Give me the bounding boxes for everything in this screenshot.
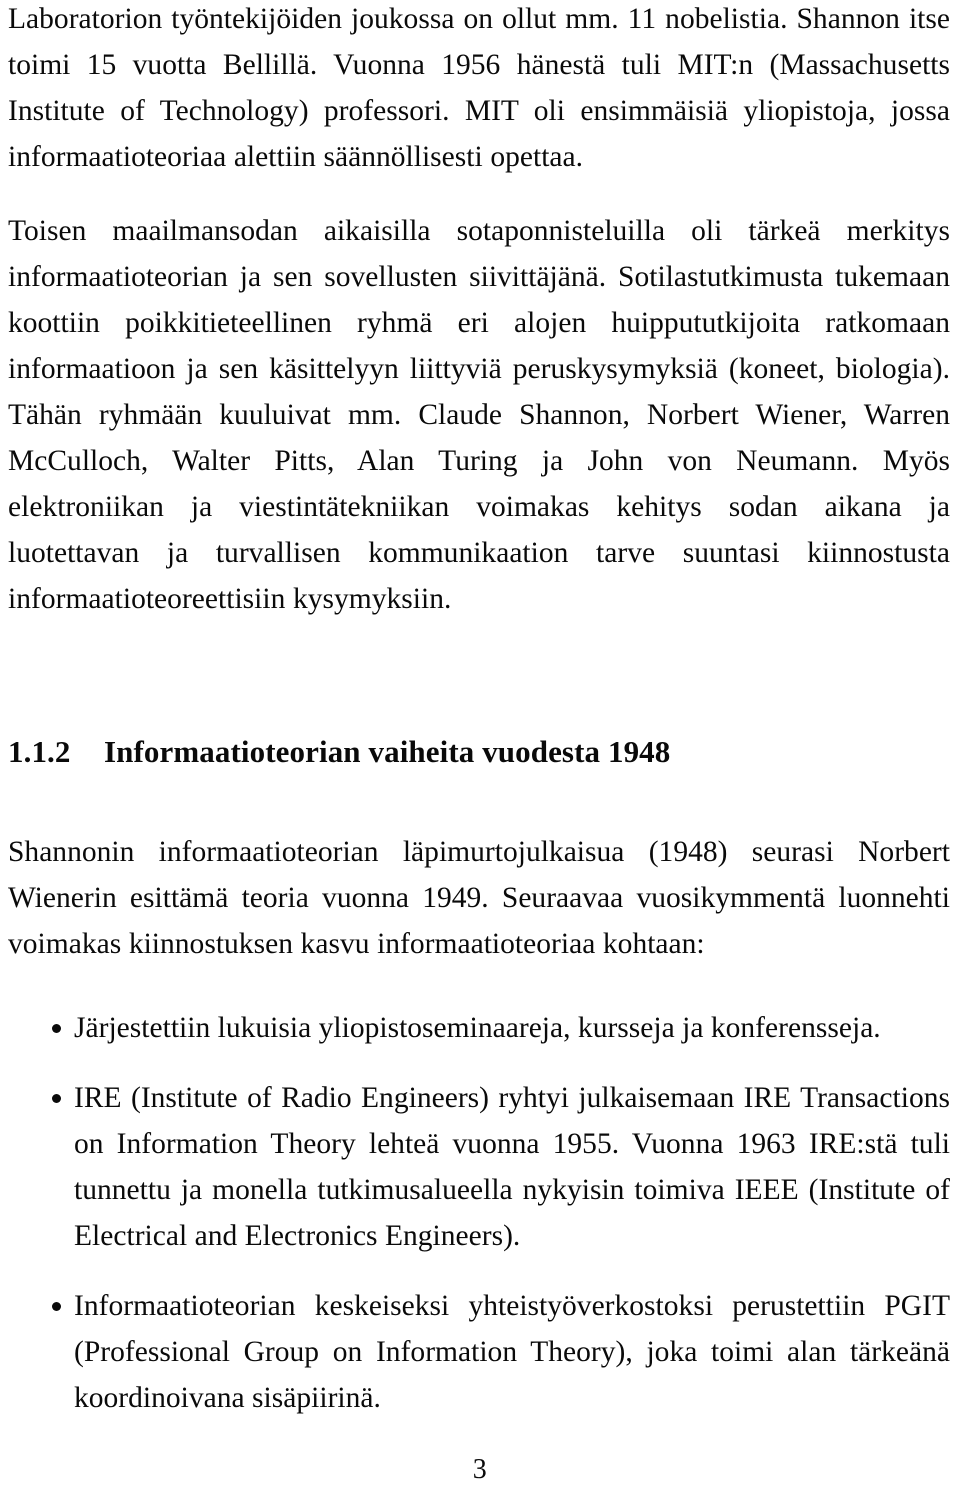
bullet-list: Järjestettiin lukuisia yliopistoseminaar… <box>8 1005 950 1421</box>
list-item: Informaatioteorian keskeiseksi yhteistyö… <box>8 1283 950 1421</box>
page-content: Laboratorion työntekijöiden joukossa on … <box>8 0 950 1421</box>
page-number: 3 <box>472 1454 488 1485</box>
list-item: IRE (Institute of Radio Engineers) ryhty… <box>8 1075 950 1259</box>
list-item: Järjestettiin lukuisia yliopistoseminaar… <box>8 1005 950 1051</box>
list-item-text: IRE (Institute of Radio Engineers) ryhty… <box>74 1082 950 1252</box>
heading-bottom-spacer <box>8 772 950 829</box>
bullet-dot-icon <box>52 1094 61 1103</box>
list-item-text: Informaatioteorian keskeiseksi yhteistyö… <box>74 1290 950 1414</box>
list-item-text: Järjestettiin lukuisia yliopistoseminaar… <box>74 1012 881 1044</box>
heading-top-spacer <box>8 622 950 732</box>
document-page: Laboratorion työntekijöiden joukossa on … <box>0 0 960 1511</box>
bullet-dot-icon <box>52 1024 61 1033</box>
section-heading: 1.1.2 Informaatioteorian vaiheita vuodes… <box>8 732 950 772</box>
section-number: 1.1.2 <box>8 734 71 769</box>
list-top-spacer <box>8 967 950 1005</box>
bullet-dot-icon <box>52 1302 61 1311</box>
section-intro-paragraph: Shannonin informaatioteorian läpimurtoju… <box>8 836 950 960</box>
body-paragraph-1: Laboratorion työntekijöiden joukossa on … <box>8 3 950 173</box>
body-paragraph-2: Toisen maailmansodan aikaisilla sotaponn… <box>8 215 950 615</box>
section-title: Informaatioteorian vaiheita vuodesta 194… <box>104 734 671 769</box>
